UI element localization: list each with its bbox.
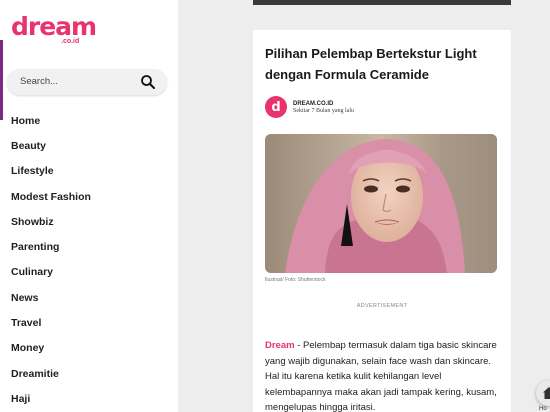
nav-item-modest-fashion[interactable]: Modest Fashion xyxy=(11,184,91,209)
article-title[interactable]: Pilihan Pelembap Bertekstur Light dengan… xyxy=(265,43,501,85)
nav-item-parenting[interactable]: Parenting xyxy=(11,234,91,259)
logo-wordmark: dream xyxy=(11,12,97,41)
article-photo xyxy=(265,134,497,273)
nav-item-beauty[interactable]: Beauty xyxy=(11,133,91,158)
nav-item-home[interactable]: Home xyxy=(11,108,91,133)
nav-item-lifestyle[interactable]: Lifestyle xyxy=(11,159,91,184)
sidebar: dream .co.id Search... Home Beauty Lifes… xyxy=(0,0,178,412)
publish-time: Sekitar 7 Bulan yang lalu xyxy=(293,107,354,114)
search-icon[interactable] xyxy=(140,74,156,90)
sidebar-accent-edge xyxy=(0,40,3,120)
brand-link[interactable]: Dream xyxy=(265,340,295,351)
top-bar xyxy=(253,0,511,5)
sidebar-nav: Home Beauty Lifestyle Modest Fashion Sho… xyxy=(11,108,91,412)
author-avatar[interactable]: d xyxy=(265,96,287,118)
nav-item-haji[interactable]: Haji xyxy=(11,386,91,411)
nav-item-dreamitie[interactable]: Dreamitie xyxy=(11,361,91,386)
article-paragraph: - Pelembap termasuk dalam tiga basic ski… xyxy=(265,340,497,412)
search-input[interactable]: Search... xyxy=(20,76,58,87)
nav-item-travel[interactable]: Travel xyxy=(11,310,91,335)
advertisement-label: ADVERTISEMENT xyxy=(356,303,408,309)
photo-caption: Ilustrasi/ Foto: Shutterstock xyxy=(265,277,326,283)
nav-item-money[interactable]: Money xyxy=(11,336,91,361)
article-body: Dream - Pelembap termasuk dalam tiga bas… xyxy=(265,338,501,412)
hijab-woman-photo xyxy=(265,134,497,273)
dream-logo[interactable]: dream .co.id xyxy=(11,12,97,48)
article-card: Pilihan Pelembap Bertekstur Light dengan… xyxy=(253,30,511,412)
nav-item-culinary[interactable]: Culinary xyxy=(11,260,91,285)
home-button-label: Ho xyxy=(539,406,547,412)
home-button[interactable]: Ho xyxy=(536,380,550,412)
home-icon xyxy=(543,387,550,399)
nav-item-news[interactable]: News xyxy=(11,285,91,310)
author-name[interactable]: DREAM.CO.ID xyxy=(293,101,354,107)
nav-item-showbiz[interactable]: Showbiz xyxy=(11,209,91,234)
search-box[interactable]: Search... xyxy=(7,69,167,95)
author-row: d DREAM.CO.ID Sekitar 7 Bulan yang lalu xyxy=(265,96,354,118)
logo-domain: .co.id xyxy=(61,38,80,45)
